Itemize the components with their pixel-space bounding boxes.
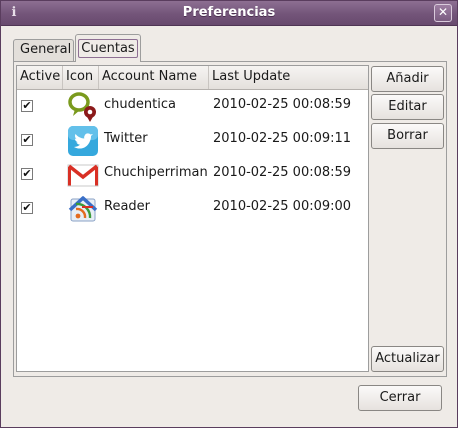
tab-cuentas[interactable]: Cuentas	[75, 34, 141, 62]
twitter-icon	[68, 126, 98, 156]
active-checkbox[interactable]: ✔	[21, 202, 33, 214]
google-reader-icon	[68, 196, 98, 222]
column-header-account-name[interactable]: Account Name	[99, 66, 209, 89]
preferences-window: ℹ Preferencias ✕ General Cuentas Active …	[0, 0, 458, 428]
last-update: 2010-02-25 00:09:00	[213, 199, 352, 214]
close-button[interactable]: Cerrar	[358, 385, 442, 411]
table-row[interactable]: ✔ Reader 2010-02-25 00:09:00	[17, 191, 368, 225]
column-header-last-update[interactable]: Last Update	[209, 66, 368, 89]
window-title: Preferencias	[182, 5, 276, 20]
tab-cuentas-label: Cuentas	[78, 39, 138, 58]
last-update: 2010-02-25 00:08:59	[213, 165, 352, 180]
title-bar[interactable]: ℹ Preferencias ✕	[1, 1, 457, 26]
account-name: chudentica	[104, 97, 176, 112]
account-name: Reader	[104, 199, 151, 214]
table-row[interactable]: ✔ chudentica 2010-02-25 00:08:59	[17, 89, 368, 123]
close-window-button[interactable]: ✕	[434, 4, 452, 22]
accounts-list[interactable]: Active Icon Account Name Last Update ✔ c…	[16, 65, 369, 372]
last-update: 2010-02-25 00:08:59	[213, 97, 352, 112]
active-checkbox[interactable]: ✔	[21, 168, 33, 180]
update-accounts-button[interactable]: Actualizar	[371, 346, 444, 372]
gmail-icon	[67, 164, 99, 187]
accounts-list-header: Active Icon Account Name Last Update	[17, 66, 368, 90]
tab-general[interactable]: General	[13, 39, 74, 61]
account-name: Twitter	[104, 131, 148, 146]
delete-account-button[interactable]: Borrar	[371, 123, 444, 149]
column-header-icon[interactable]: Icon	[63, 66, 99, 89]
add-account-button[interactable]: Añadir	[371, 66, 444, 92]
account-name: Chuchiperriman	[104, 165, 208, 180]
table-row[interactable]: ✔ Twitter 2010-02-25 00:09:11	[17, 123, 368, 157]
column-header-active[interactable]: Active	[17, 66, 63, 89]
table-row[interactable]: ✔ Chuchiperriman 2010-02-25 00:08:59	[17, 157, 368, 191]
identica-icon	[68, 92, 96, 122]
edit-account-button[interactable]: Editar	[371, 94, 444, 120]
active-checkbox[interactable]: ✔	[21, 100, 33, 112]
active-checkbox[interactable]: ✔	[21, 134, 33, 146]
last-update: 2010-02-25 00:09:11	[213, 131, 352, 146]
